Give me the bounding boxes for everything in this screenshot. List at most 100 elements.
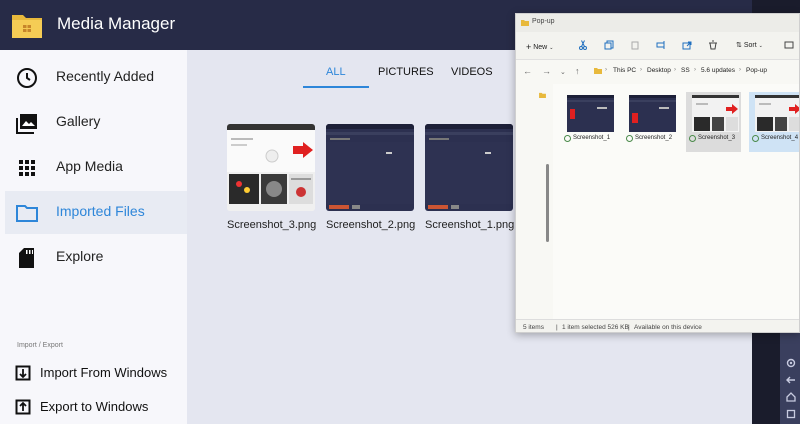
section-label: Import / Export — [17, 342, 63, 349]
explorer-status-bar: 5 items | 1 item selected 526 KB | Avail… — [516, 319, 799, 332]
import-from-windows-button[interactable]: Import From Windows — [10, 359, 185, 387]
explorer-file-name: Screenshot_4 — [761, 135, 799, 141]
explorer-file-item[interactable]: Screenshot_1 — [561, 92, 616, 152]
breadcrumb-separator: › — [640, 67, 642, 73]
breadcrumb-item[interactable]: Pop-up — [746, 67, 767, 74]
explorer-file-name: Screenshot_1 — [573, 135, 611, 141]
file-name: Screenshot_1.png — [425, 219, 515, 231]
breadcrumb-item[interactable]: Desktop — [647, 67, 671, 74]
forward-arrow-icon[interactable]: → — [542, 66, 551, 76]
status-separator: | — [556, 324, 558, 331]
app-title: Media Manager — [57, 14, 176, 33]
sidebar-item-label: Recently Added — [56, 68, 155, 84]
explorer-file-item[interactable]: Screenshot_2 — [623, 92, 678, 152]
file-thumbnail[interactable] — [227, 124, 315, 211]
gallery-icon — [16, 114, 37, 134]
chevron-down-icon: ⌄ — [549, 45, 554, 51]
tab-underline — [303, 86, 369, 88]
rename-icon[interactable] — [656, 40, 666, 50]
sidebar-item-imported-files[interactable]: Imported Files — [5, 191, 187, 234]
tab-pictures[interactable]: PICTURES — [378, 66, 434, 78]
back-arrow-icon[interactable]: ← — [523, 66, 532, 76]
scrollbar[interactable] — [546, 164, 549, 242]
new-button[interactable]: + New ⌄ — [526, 41, 554, 52]
availability-status: Available on this device — [634, 324, 702, 331]
sidebar-item-label: App Media — [56, 158, 123, 174]
folder-logo-icon — [12, 15, 42, 38]
copy-icon[interactable] — [604, 40, 614, 50]
explorer-file-name: Screenshot_3 — [698, 135, 736, 141]
folder-icon — [16, 205, 38, 222]
recent-apps-icon[interactable] — [785, 408, 797, 420]
sidebar-item-label: Imported Files — [56, 203, 145, 219]
breadcrumb-item[interactable]: 5.6 updates — [701, 67, 735, 74]
paste-icon[interactable] — [630, 40, 640, 50]
file-preview — [567, 95, 614, 132]
screenshot-preview-icon — [755, 95, 799, 131]
action-label: Export to Windows — [40, 399, 149, 414]
new-label: New — [533, 44, 548, 51]
address-bar: ← → ⌄ ↑ › This PC › Desktop › SS › 5.6 u… — [516, 61, 799, 81]
breadcrumb-item[interactable]: This PC — [613, 67, 636, 74]
chevron-down-icon[interactable]: ⌄ — [560, 68, 566, 76]
status-separator: | — [628, 324, 630, 331]
sort-button[interactable]: ⇅ Sort ⌄ — [736, 41, 763, 49]
back-arrow-icon[interactable] — [785, 374, 797, 386]
item-count: 5 items — [523, 324, 544, 331]
file-preview — [755, 95, 799, 132]
chevron-down-icon: ⌄ — [758, 43, 763, 49]
clock-icon — [17, 68, 37, 88]
sort-label: Sort — [743, 42, 757, 49]
home-icon[interactable] — [785, 391, 797, 403]
breadcrumb-item[interactable]: SS — [681, 67, 690, 74]
file-preview — [629, 95, 676, 132]
sidebar-item-recently-added[interactable]: Recently Added — [5, 56, 187, 99]
explorer-titlebar[interactable]: Pop-up — [516, 14, 799, 32]
share-icon[interactable] — [682, 40, 692, 50]
sd-card-icon — [19, 248, 34, 268]
explorer-file-item[interactable]: Screenshot_4 — [749, 92, 799, 152]
export-to-windows-button[interactable]: Export to Windows — [10, 393, 185, 421]
explorer-file-item[interactable]: Screenshot_3 — [686, 92, 741, 152]
check-icon — [689, 135, 696, 142]
explorer-toolbar: + New ⌄ ⇅ Sort ⌄ — [516, 32, 799, 60]
selection-info: 1 item selected 526 KB — [562, 324, 629, 331]
file-thumbnail[interactable] — [425, 124, 513, 211]
screenshot-preview-icon — [692, 95, 739, 131]
sidebar-item-app-media[interactable]: App Media — [5, 146, 187, 189]
import-icon — [15, 365, 31, 381]
breadcrumb-separator: › — [605, 67, 607, 73]
folder-icon — [594, 68, 602, 74]
tab-videos[interactable]: VIDEOS — [451, 66, 493, 78]
export-icon — [15, 399, 31, 415]
folder-icon — [521, 20, 529, 26]
check-icon — [564, 135, 571, 142]
trash-icon[interactable] — [708, 40, 718, 50]
action-label: Import From Windows — [40, 365, 168, 380]
file-thumbnail[interactable] — [326, 124, 414, 211]
screenshot-preview-icon — [425, 124, 513, 209]
screenshot-preview-icon — [227, 124, 315, 211]
explorer-content: Screenshot_1 Screenshot_2 Screenshot_3 S… — [553, 84, 799, 319]
sidebar-item-gallery[interactable]: Gallery — [5, 101, 187, 144]
cut-icon[interactable] — [578, 40, 588, 50]
view-icon[interactable] — [784, 40, 794, 50]
breadcrumb-separator: › — [674, 67, 676, 73]
up-arrow-icon[interactable]: ↑ — [575, 66, 580, 76]
breadcrumb-separator: › — [739, 67, 741, 73]
screenshot-preview-icon — [567, 95, 614, 119]
screenshot-preview-icon — [629, 95, 676, 123]
check-icon — [626, 135, 633, 142]
gear-icon[interactable] — [785, 357, 797, 369]
screenshot-preview-icon — [326, 124, 414, 209]
file-name: Screenshot_3.png — [227, 219, 317, 231]
sidebar-item-label: Gallery — [56, 113, 101, 129]
explorer-title: Pop-up — [532, 18, 555, 25]
sort-icon: ⇅ — [736, 42, 742, 49]
plus-icon: + — [526, 42, 532, 52]
file-explorer-window: Pop-up + New ⌄ ⇅ Sort ⌄ ← → ⌄ ↑ › This P… — [515, 13, 800, 333]
grid-icon — [19, 160, 35, 176]
tab-all[interactable]: ALL — [326, 66, 346, 78]
sidebar-item-explore[interactable]: Explore — [5, 236, 187, 279]
check-icon — [752, 135, 759, 142]
